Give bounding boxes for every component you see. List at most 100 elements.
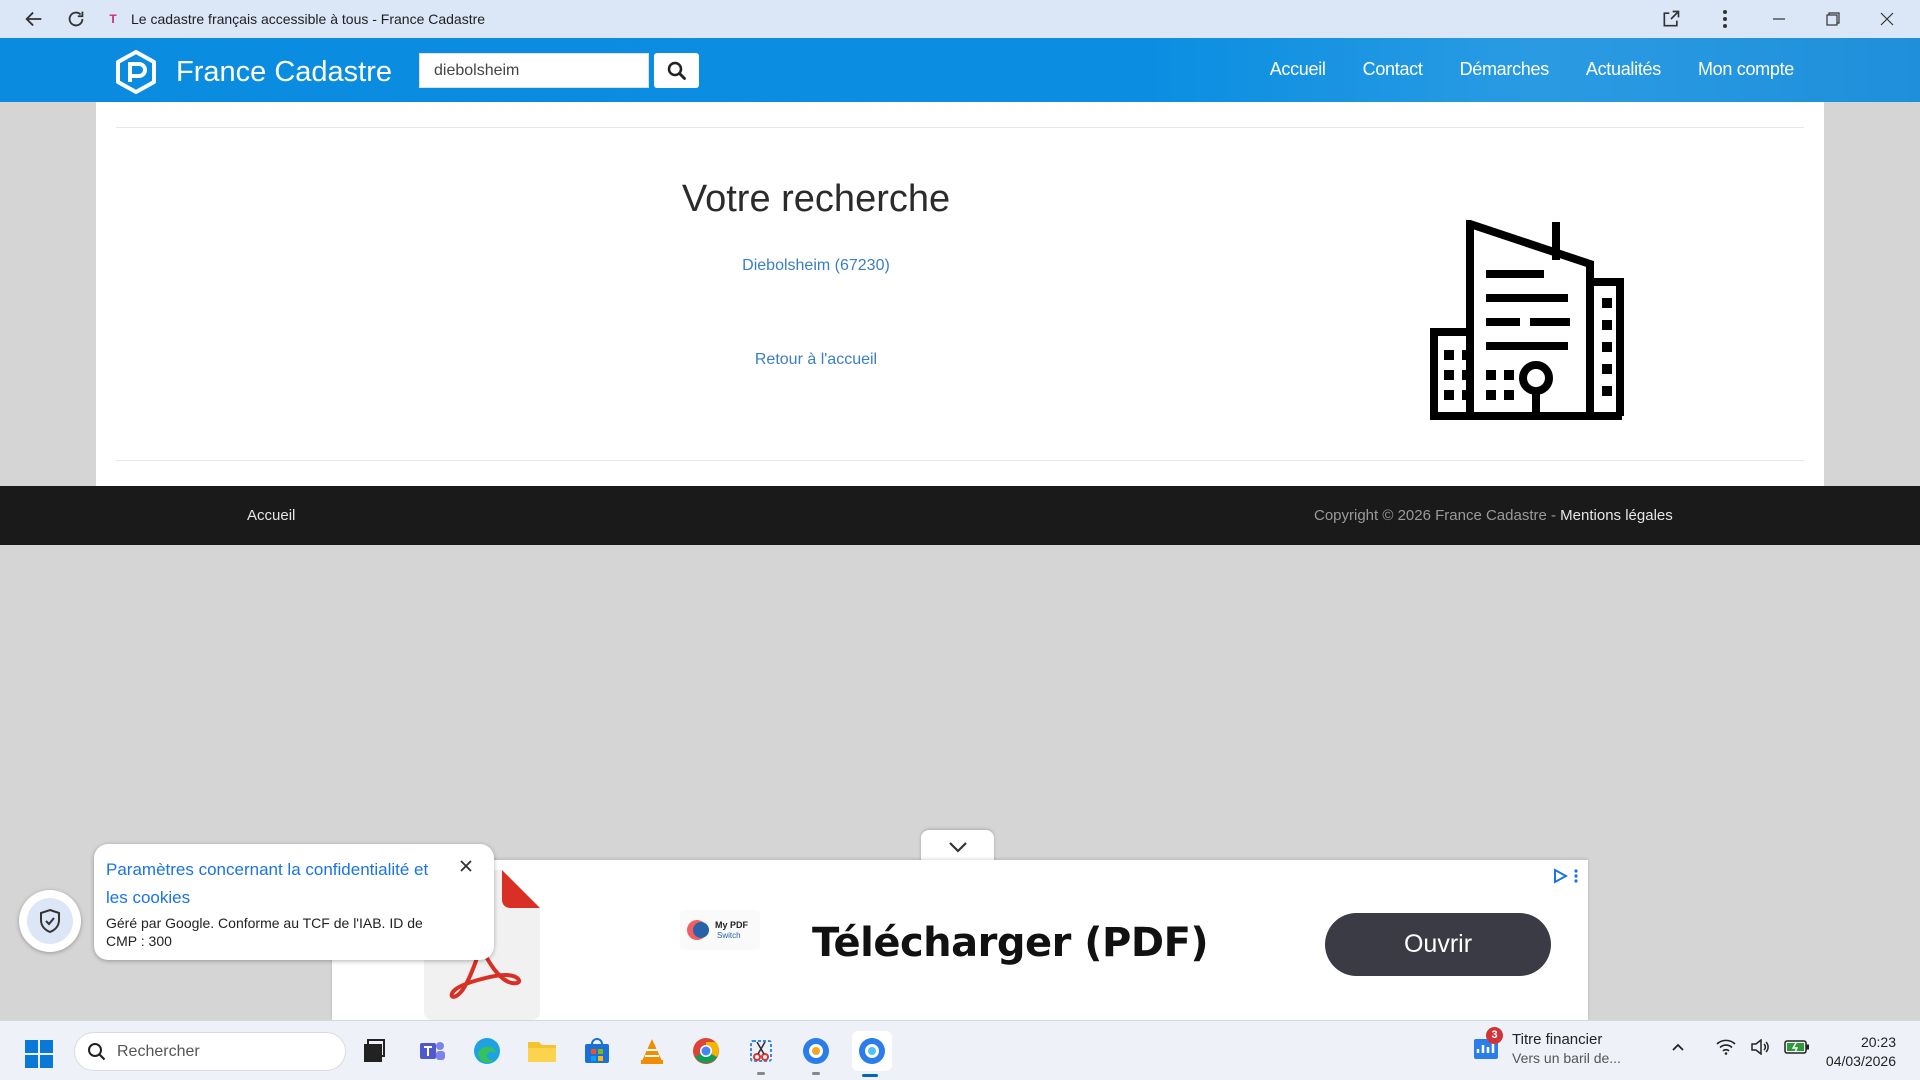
- minimize-icon: [1773, 18, 1785, 20]
- ad-collapse-button[interactable]: [921, 830, 994, 864]
- footer-copyright: Copyright © 2026 France Cadastre - Menti…: [1314, 507, 1673, 524]
- france-cadastre-logo-icon: [116, 50, 156, 94]
- active-indicator: [862, 1074, 878, 1077]
- minimize-button[interactable]: [1752, 0, 1806, 38]
- privacy-settings-button[interactable]: [19, 890, 81, 952]
- privacy-subtitle: Géré par Google. Conforme au TCF de l'IA…: [106, 915, 423, 949]
- running-indicator: [757, 1072, 765, 1075]
- taskbar-search-placeholder: Rechercher: [117, 1042, 200, 1060]
- divider: [116, 460, 1804, 461]
- battery-charging-icon[interactable]: [1784, 1040, 1810, 1054]
- tab-title: Le cadastre français accessible à tous -…: [131, 11, 486, 27]
- store-icon[interactable]: [579, 1033, 615, 1069]
- browser-round-icon: [803, 1038, 829, 1064]
- ad-banner[interactable]: My PDF Switch Télécharger (PDF) Ouvrir: [332, 860, 1588, 1020]
- clock[interactable]: 20:23 04/03/2026: [1826, 1033, 1896, 1071]
- close-window-button[interactable]: [1860, 0, 1914, 38]
- ad-choices-icon: [1554, 868, 1568, 884]
- back-link-text[interactable]: Retour à l'accueil: [755, 351, 877, 368]
- wifi-icon[interactable]: [1716, 1039, 1736, 1055]
- close-icon[interactable]: [458, 858, 474, 874]
- clock-time: 20:23: [1860, 1034, 1896, 1050]
- close-icon: [1880, 12, 1894, 26]
- arrow-left-icon: [25, 11, 42, 27]
- my-pdf-switch-logo-icon: My PDF Switch: [687, 920, 749, 940]
- result-link-text[interactable]: Diebolsheim (67230): [742, 257, 890, 274]
- privacy-title[interactable]: Paramètres concernant la confidentialité…: [106, 856, 454, 912]
- task-view-glyph-icon: [364, 1039, 385, 1062]
- menu-button[interactable]: [1698, 0, 1752, 38]
- edge-glyph-icon: [474, 1038, 500, 1064]
- store-glyph-icon: [585, 1038, 609, 1063]
- taskbar-search[interactable]: Rechercher: [74, 1032, 346, 1071]
- site-brand: France Cadastre: [176, 55, 392, 88]
- main-nav: Accueil Contact Démarches Actualités Mon…: [1270, 59, 1795, 80]
- chevron-up-icon[interactable]: [1670, 1039, 1686, 1055]
- nav-actualites[interactable]: Actualités: [1586, 59, 1661, 80]
- task-view-icon[interactable]: [356, 1033, 392, 1069]
- search-icon: [88, 1042, 106, 1060]
- search-button[interactable]: [654, 53, 699, 88]
- more-vertical-icon: [1574, 869, 1578, 883]
- vlc-cone-icon: [641, 1039, 663, 1064]
- open-external-button[interactable]: [1644, 0, 1698, 38]
- reload-icon: [68, 11, 84, 27]
- windows-start-icon[interactable]: [24, 1039, 54, 1069]
- sponsor-logo: My PDF Switch: [680, 910, 760, 950]
- site-favicon: T: [109, 12, 117, 26]
- legal-link[interactable]: Mentions légales: [1560, 507, 1673, 524]
- search-input[interactable]: [419, 53, 649, 88]
- widget-subtitle: Vers un baril de...: [1512, 1050, 1621, 1066]
- browser-round-icon: [859, 1038, 885, 1064]
- divider: [116, 127, 1804, 128]
- site-footer: Accueil Copyright © 2026 France Cadastre…: [0, 486, 1920, 545]
- folder-icon: [528, 1042, 556, 1062]
- browser-toolbar: T Le cadastre français accessible à tous…: [0, 0, 1920, 38]
- chevron-down-icon: [948, 842, 967, 853]
- page-title: Votre recherche: [681, 178, 951, 220]
- building-icon: [1430, 220, 1624, 420]
- restore-icon: [1826, 12, 1840, 26]
- edge-icon[interactable]: [469, 1033, 505, 1069]
- system-tray: [1670, 1039, 1810, 1055]
- vlc-icon[interactable]: [634, 1033, 670, 1069]
- snipping-tool-icon[interactable]: [743, 1033, 779, 1075]
- search-icon: [667, 61, 686, 80]
- external-link-icon: [1663, 10, 1680, 27]
- shield-check-icon: [40, 908, 60, 934]
- volume-icon[interactable]: [1750, 1039, 1770, 1055]
- reload-button[interactable]: [55, 0, 97, 38]
- scissors-icon: [750, 1040, 772, 1062]
- nav-mon-compte[interactable]: Mon compte: [1698, 59, 1794, 80]
- teams-icon[interactable]: [414, 1033, 450, 1069]
- copyright-text: Copyright © 2026 France Cadastre -: [1314, 507, 1561, 524]
- privacy-popup[interactable]: Paramètres concernant la confidentialité…: [94, 844, 494, 960]
- browser-app-icon[interactable]: [798, 1033, 834, 1075]
- privacy-button-inner: [27, 898, 73, 944]
- back-button[interactable]: [13, 0, 55, 38]
- chrome-glyph-icon: [693, 1038, 719, 1064]
- nav-demarches[interactable]: Démarches: [1460, 59, 1550, 80]
- chrome-icon[interactable]: [688, 1033, 724, 1069]
- result-link: Diebolsheim (67230): [96, 257, 1536, 275]
- nav-accueil[interactable]: Accueil: [1270, 59, 1326, 80]
- site-logo[interactable]: France Cadastre: [114, 50, 392, 94]
- teams-glyph-icon: [420, 1042, 445, 1060]
- restore-button[interactable]: [1806, 0, 1860, 38]
- footer-home-link[interactable]: Accueil: [247, 507, 295, 524]
- ad-open-button[interactable]: Ouvrir: [1325, 913, 1551, 976]
- widget-icon: 3: [1472, 1026, 1503, 1063]
- news-widget[interactable]: 3 Titre financier Vers un baril de...: [1472, 1026, 1621, 1066]
- active-browser-icon[interactable]: [852, 1031, 892, 1077]
- clock-date: 04/03/2026: [1825, 1053, 1896, 1069]
- taskbar: Rechercher 3 Titre financier Vers un bar…: [0, 1020, 1920, 1080]
- file-explorer-icon[interactable]: [524, 1033, 560, 1069]
- back-link: Retour à l'accueil: [96, 351, 1536, 369]
- running-indicator: [812, 1072, 820, 1075]
- more-vertical-icon: [1723, 10, 1727, 28]
- nav-contact[interactable]: Contact: [1363, 59, 1423, 80]
- site-header: France Cadastre Accueil Contact Démarche…: [0, 38, 1920, 102]
- content-panel: Votre recherche Diebolsheim (67230) Reto…: [96, 102, 1824, 486]
- ad-choices[interactable]: [1552, 868, 1578, 884]
- sponsor-line1: My PDF: [715, 920, 749, 930]
